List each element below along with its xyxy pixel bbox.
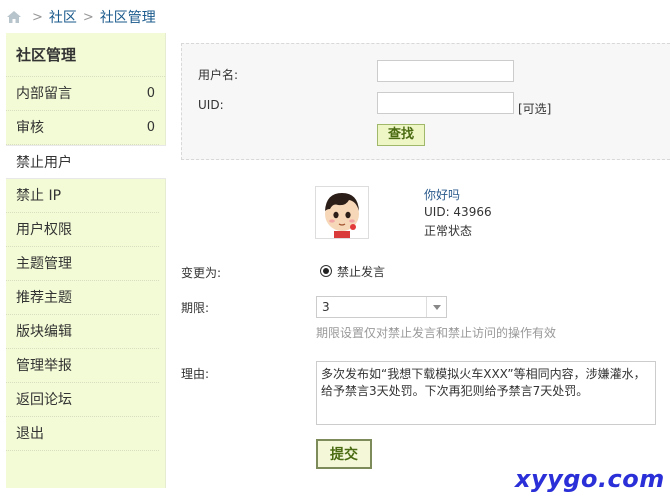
chevron-down-icon[interactable]	[426, 297, 446, 317]
period-select[interactable]: 3	[316, 296, 447, 318]
period-hint: 期限设置仅对禁止发言和禁止访问的操作有效	[316, 326, 557, 340]
sidebar-title: 社区管理	[6, 33, 165, 77]
user-uid: UID: 43966	[424, 205, 492, 219]
breadcrumb-community-link[interactable]: 社区	[49, 7, 77, 27]
sidebar-item-recommend-topic[interactable]: 推荐主题	[6, 281, 159, 315]
sidebar-item-label: 推荐主题	[16, 290, 72, 306]
watermark: xyygo.com	[515, 465, 665, 493]
sidebar-item-user-permissions[interactable]: 用户权限	[6, 213, 159, 247]
sidebar-item-label: 审核	[16, 120, 44, 136]
sidebar-item-return-forum[interactable]: 返回论坛	[6, 383, 159, 417]
sidebar-item-label: 内部留言	[16, 86, 72, 102]
sidebar-item-count: 0	[146, 120, 155, 135]
period-label: 期限:	[181, 301, 210, 315]
uid-label: UID:	[198, 98, 224, 112]
breadcrumb: > 社区 > 社区管理	[6, 7, 156, 27]
sidebar-item-label: 禁止用户	[16, 155, 72, 171]
uid-optional-note: [可选]	[518, 102, 552, 116]
sidebar-item-review[interactable]: 审核 0	[6, 111, 159, 145]
period-select-value: 3	[322, 300, 330, 314]
sidebar-item-forum-edit[interactable]: 版块编辑	[6, 315, 159, 349]
sidebar-item-label: 管理举报	[16, 358, 72, 374]
uid-input[interactable]	[377, 92, 514, 114]
home-icon[interactable]	[6, 10, 22, 24]
sidebar-item-label: 返回论坛	[16, 392, 72, 408]
ban-post-radio[interactable]	[320, 265, 332, 277]
breadcrumb-separator: >	[82, 9, 94, 25]
ban-post-radio-label[interactable]: 禁止发言	[337, 263, 385, 280]
sidebar-item-manage-reports[interactable]: 管理举报	[6, 349, 159, 383]
sidebar: 社区管理 内部留言 0 审核 0 禁止用户 禁止 IP 用户权限 主题管理 推荐…	[6, 33, 166, 488]
sidebar-item-ban-ip[interactable]: 禁止 IP	[6, 179, 159, 213]
sidebar-item-ban-user[interactable]: 禁止用户	[6, 145, 166, 179]
sidebar-item-label: 用户权限	[16, 222, 72, 238]
sidebar-item-label: 版块编辑	[16, 324, 72, 340]
user-name-link[interactable]: 你好吗	[424, 186, 460, 203]
search-button[interactable]: 查找	[377, 124, 425, 146]
sidebar-item-count: 0	[146, 86, 155, 101]
username-label: 用户名:	[198, 68, 239, 82]
avatar-image	[316, 187, 368, 238]
reason-label: 理由:	[181, 367, 210, 381]
sidebar-item-topic-manage[interactable]: 主题管理	[6, 247, 159, 281]
sidebar-item-internal-messages[interactable]: 内部留言 0	[6, 77, 159, 111]
sidebar-item-label: 主题管理	[16, 256, 72, 272]
sidebar-item-label: 退出	[16, 426, 44, 442]
change-to-label: 变更为:	[181, 266, 222, 280]
submit-button[interactable]: 提交	[316, 439, 372, 469]
avatar	[315, 186, 369, 239]
username-input[interactable]	[377, 60, 514, 82]
breadcrumb-community-manage-link[interactable]: 社区管理	[100, 7, 156, 27]
reason-textarea[interactable]: 多次发布如“我想下载模拟火车XXX”等相同内容，涉嫌灌水，给予禁言3天处罚。下次…	[316, 361, 656, 425]
sidebar-item-logout[interactable]: 退出	[6, 417, 159, 451]
search-panel: 用户名: UID: [可选] 查找	[181, 43, 670, 160]
breadcrumb-separator: >	[32, 9, 43, 25]
user-status: 正常状态	[424, 224, 473, 238]
sidebar-item-label: 禁止 IP	[16, 188, 62, 204]
